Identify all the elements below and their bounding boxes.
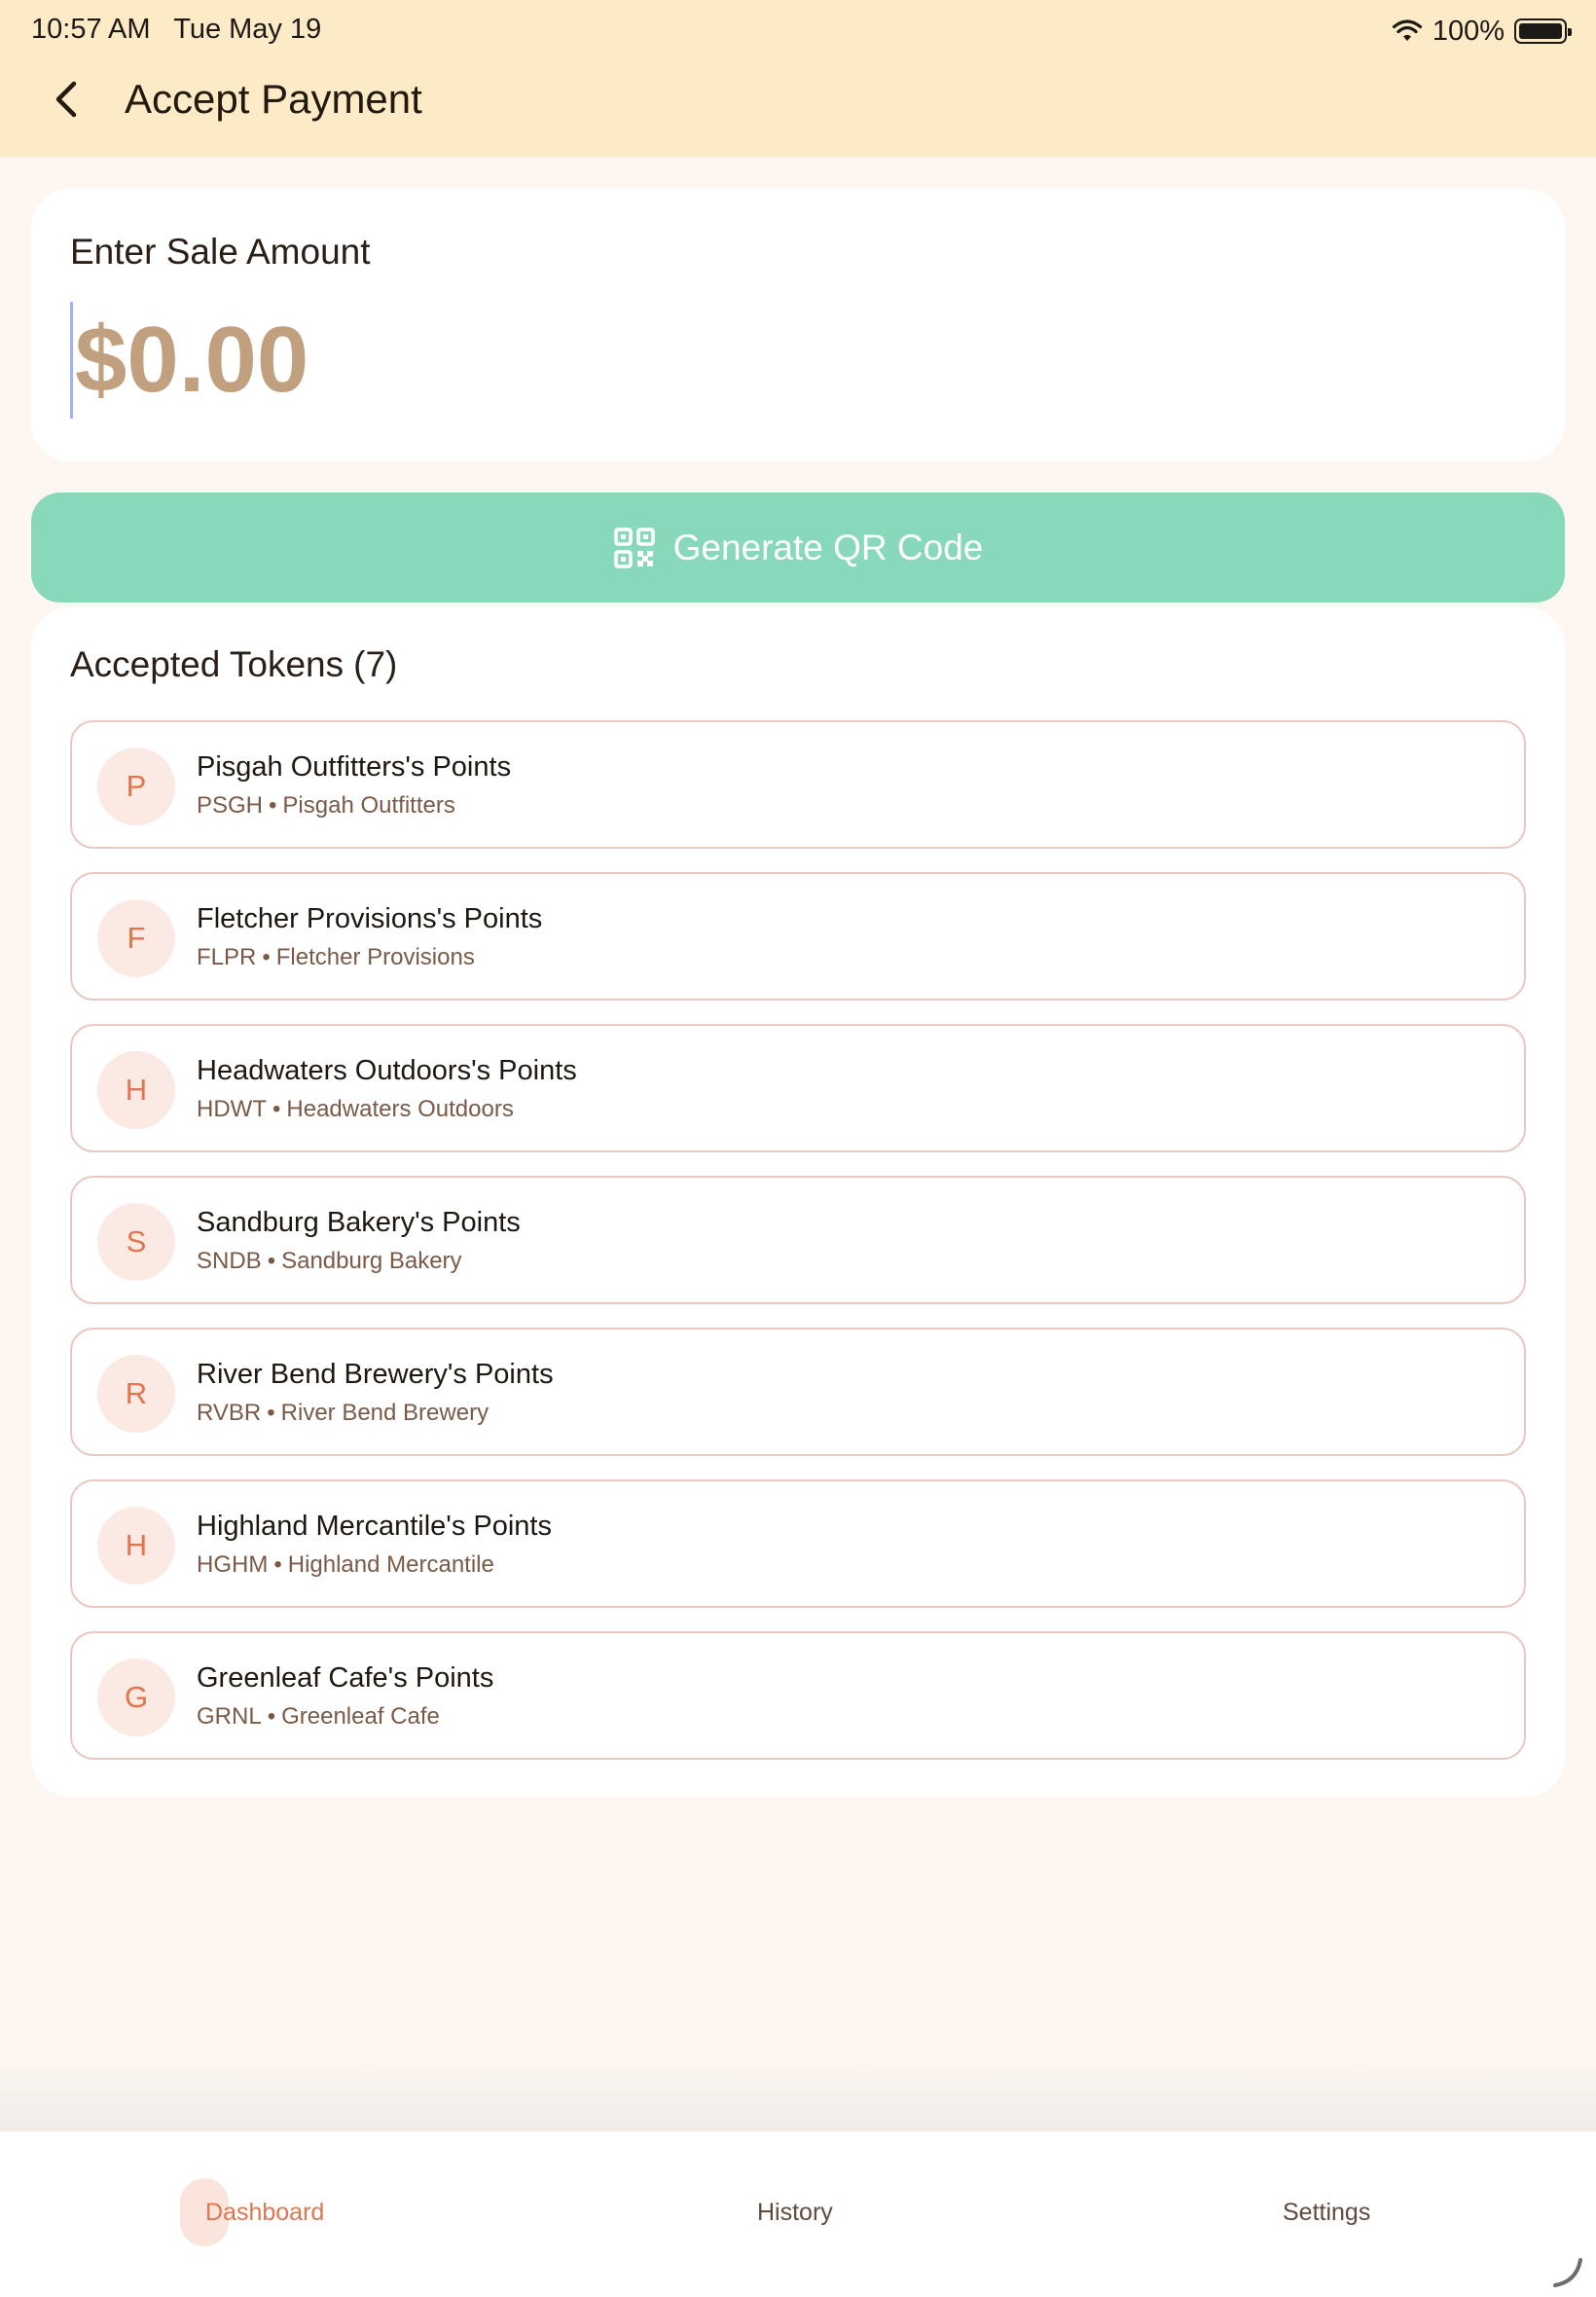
token-symbol: FLPR xyxy=(197,944,257,970)
token-name: Pisgah Outfitters's Points xyxy=(197,751,512,783)
tab-history[interactable]: History xyxy=(757,2178,833,2246)
status-bar-right: 100% xyxy=(1392,12,1572,51)
token-item-sandburg-bakery[interactable]: S Sandburg Bakery's Points SNDB • Sandburg… xyxy=(70,1176,1526,1304)
token-item-pisgah-outfitters[interactable]: P Pisgah Outfitters's Points PSGH • Pisgah… xyxy=(70,720,1526,849)
token-merchant: Headwaters Outdoors xyxy=(286,1096,514,1122)
accepted-tokens-count: (7) xyxy=(353,644,398,684)
token-avatar: H xyxy=(97,1507,175,1585)
tab-history-label: History xyxy=(757,2198,833,2226)
token-merchant: Highland Mercantile xyxy=(287,1551,494,1578)
sale-amount-input[interactable] xyxy=(70,302,1433,419)
token-avatar: H xyxy=(97,1051,175,1129)
token-avatar: P xyxy=(97,747,175,825)
token-merchant: Fletcher Provisions xyxy=(275,944,475,970)
token-symbol: PSGH xyxy=(197,792,264,819)
bottom-fade xyxy=(0,2054,1596,2132)
token-avatar: R xyxy=(97,1355,175,1433)
tab-dashboard-label: Dashboard xyxy=(205,2198,325,2226)
tab-settings[interactable]: Settings xyxy=(1283,2178,1370,2246)
token-details: SNDB • Sandburg Bakery xyxy=(197,1248,462,1274)
page-title: Accept Payment xyxy=(125,76,422,122)
qr-code-icon xyxy=(613,527,655,568)
accepted-tokens-heading: Accepted Tokens xyxy=(70,644,345,684)
token-details: PSGH • Pisgah Outfitters xyxy=(197,792,455,819)
back-button[interactable] xyxy=(45,70,88,128)
battery-icon xyxy=(1514,18,1572,44)
token-merchant: Greenleaf Cafe xyxy=(281,1703,440,1730)
token-name: Greenleaf Cafe's Points xyxy=(197,1662,494,1694)
generate-qr-label: Generate QR Code xyxy=(672,527,984,567)
generate-qr-button[interactable]: Generate QR Code xyxy=(31,492,1565,602)
app-header: 10:57 AM Tue May 19 100% Accept Payment xyxy=(0,0,1596,157)
token-avatar: F xyxy=(97,899,175,977)
sale-amount-card: Enter Sale Amount xyxy=(31,189,1565,461)
token-details: HDWT • Headwaters Outdoors xyxy=(197,1096,514,1122)
token-item-fletcher-provisions[interactable]: F Fletcher Provisions's Points FLPR • Flet… xyxy=(70,872,1526,1001)
token-merchant: Sandburg Bakery xyxy=(281,1248,462,1274)
accepted-tokens-card: Accepted Tokens (7) P Pisgah Outfitters's… xyxy=(31,607,1565,1797)
accepted-tokens-title: Accepted Tokens (7) xyxy=(70,644,397,685)
token-details: FLPR • Fletcher Provisions xyxy=(197,944,475,970)
token-symbol: RVBR xyxy=(197,1400,262,1426)
token-item-headwaters-outdoors[interactable]: H Headwaters Outdoors's Points HDWT • Head… xyxy=(70,1024,1526,1152)
token-list: P Pisgah Outfitters's Points PSGH • Pisgah… xyxy=(70,720,1526,1783)
token-merchant: Pisgah Outfitters xyxy=(282,792,455,819)
token-name: River Bend Brewery's Points xyxy=(197,1359,554,1390)
status-time: 10:57 AM xyxy=(31,14,151,45)
token-details: RVBR • River Bend Brewery xyxy=(197,1400,490,1426)
tab-settings-label: Settings xyxy=(1283,2198,1371,2226)
tab-bar: Dashboard History Settings xyxy=(0,2132,1596,2297)
token-symbol: HDWT xyxy=(197,1096,267,1122)
token-item-greenleaf-cafe[interactable]: G Greenleaf Cafe's Points GRNL • Greenleaf… xyxy=(70,1631,1526,1760)
token-avatar: G xyxy=(97,1659,175,1736)
status-date: Tue May 19 xyxy=(173,14,322,45)
tab-dashboard[interactable]: Dashboard xyxy=(180,2178,324,2246)
token-name: Highland Mercantile's Points xyxy=(197,1511,552,1542)
token-symbol: SNDB xyxy=(197,1248,262,1274)
token-merchant: River Bend Brewery xyxy=(280,1400,490,1426)
wifi-icon xyxy=(1392,19,1422,41)
battery-percentage: 100% xyxy=(1432,15,1505,47)
token-name: Headwaters Outdoors's Points xyxy=(197,1055,577,1086)
token-item-highland-mercantile[interactable]: H Highland Mercantile's Points HGHM • High… xyxy=(70,1479,1526,1608)
sale-amount-label: Enter Sale Amount xyxy=(70,232,371,272)
chevron-left-icon xyxy=(55,81,77,118)
token-item-river-bend-brewery[interactable]: R River Bend Brewery's Points RVBR • River… xyxy=(70,1328,1526,1456)
status-bar-time: 10:57 AM Tue May 19 xyxy=(31,14,321,46)
token-details: HGHM • Highland Mercantile xyxy=(197,1551,494,1578)
resize-handle-icon xyxy=(1553,2258,1582,2287)
token-name: Fletcher Provisions's Points xyxy=(197,903,543,934)
token-avatar: S xyxy=(97,1203,175,1281)
token-details: GRNL • Greenleaf Cafe xyxy=(197,1703,440,1730)
token-symbol: GRNL xyxy=(197,1703,262,1730)
token-symbol: HGHM xyxy=(197,1551,269,1578)
token-name: Sandburg Bakery's Points xyxy=(197,1207,521,1238)
